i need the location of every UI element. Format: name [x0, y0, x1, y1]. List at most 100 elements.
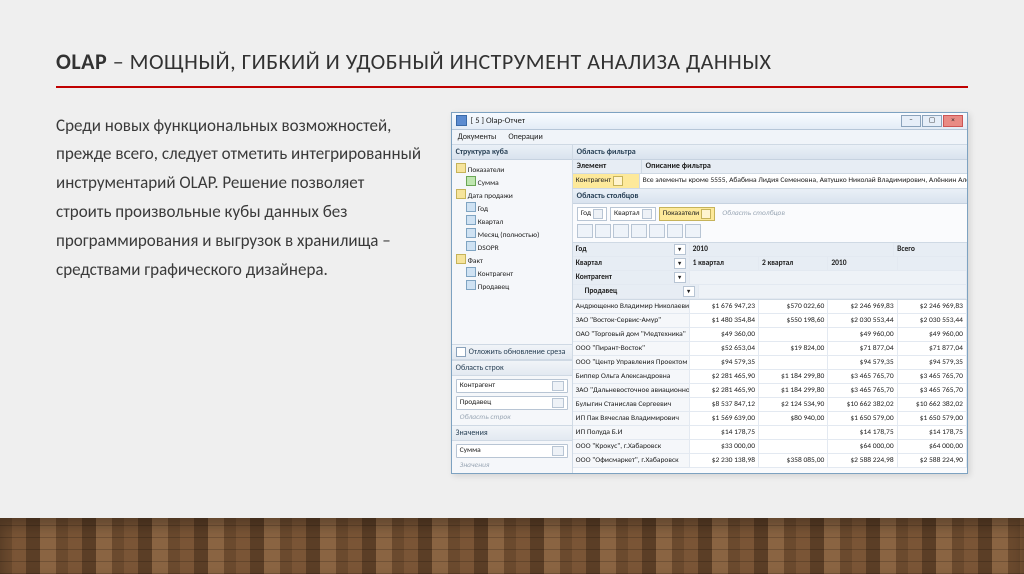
grid-cell — [759, 440, 828, 453]
columns-toolbar — [577, 224, 963, 238]
menu-documents[interactable]: Документы — [458, 132, 497, 142]
filter-row[interactable]: Контрагент Все элементы кроме 5555, Абаб… — [573, 174, 967, 188]
tree-node-label: Месяц (полностью) — [478, 231, 540, 240]
grid-data-row[interactable]: ИП Пак Вячеслав Владимирович$1 569 639,0… — [573, 412, 967, 426]
grid-quarter-cell[interactable]: 2 квартал — [759, 257, 828, 270]
tree-node[interactable]: Показатели — [456, 163, 569, 176]
filter-row-dropdown-icon[interactable] — [613, 176, 623, 186]
menu-operations[interactable]: Операции — [508, 132, 542, 142]
content-row: Среди новых функциональных возможностей,… — [56, 112, 968, 474]
grid-data-row[interactable]: ЗАО "Дальневосточное авиационное агентст… — [573, 384, 967, 398]
column-chip[interactable]: Год — [577, 207, 607, 221]
tree-node[interactable]: Квартал — [456, 215, 569, 228]
grid-data-row[interactable]: ООО "Крокус", г.Хабаровск$33 000,00$64 0… — [573, 440, 967, 454]
toolbar-btn-3[interactable] — [613, 224, 629, 238]
grid-cell: $64 000,00 — [898, 440, 967, 453]
tree-node[interactable]: Дата продажи — [456, 189, 569, 202]
toolbar-btn-4[interactable] — [631, 224, 647, 238]
grid-cell: $2 246 969,83 — [898, 300, 967, 313]
rows-area-header: Область строк — [452, 360, 572, 376]
grid-cell: $2 588 224,98 — [828, 454, 897, 467]
grid-data-row[interactable]: ИП Полуда Б.И$14 178,75$14 178,75$14 178… — [573, 426, 967, 440]
grid-year-2010[interactable]: 2010 — [690, 243, 895, 256]
defer-refresh-row[interactable]: Отложить обновление среза — [452, 344, 572, 360]
tree-node-label: Дата продажи — [468, 192, 513, 201]
toolbar-btn-5[interactable] — [649, 224, 665, 238]
grid-cell: $8 537 847,12 — [690, 398, 759, 411]
filter-row-name-label: Контрагент — [576, 176, 612, 185]
tree-node-label: Продавец — [478, 283, 510, 292]
grid-cell: $3 465 765,70 — [828, 370, 897, 383]
field-pill-dropdown-icon[interactable] — [552, 381, 564, 391]
tree-node[interactable]: Месяц (полностью) — [456, 228, 569, 241]
grid-row-label: Андрющенко Владимир Николаевич — [573, 300, 690, 313]
grid-row-label: Булыгин Станислав Сергеевич — [573, 398, 690, 411]
grid-cell: $2 246 969,83 — [828, 300, 897, 313]
cube-tree[interactable]: Показатели Сумма Дата продажиГодКвартал Мес… — [452, 160, 572, 344]
column-chip-label: Год — [581, 209, 591, 218]
grid-quarter-cell[interactable]: 1 квартал — [690, 257, 759, 270]
title-rest: – МОЩНЫЙ, ГИБКИЙ И УДОБНЫЙ ИНСТРУМЕНТ АН… — [107, 48, 771, 75]
toolbar-btn-1[interactable] — [577, 224, 593, 238]
grid-year-handle[interactable]: ▾ — [674, 244, 686, 255]
window-min-button[interactable]: – — [901, 115, 921, 127]
window-max-button[interactable]: ▢ — [922, 115, 942, 127]
toolbar-btn-6[interactable] — [667, 224, 683, 238]
grid-quarter-handle[interactable]: ▾ — [674, 258, 686, 269]
slide: OLAP – МОЩНЫЙ, ГИБКИЙ И УДОБНЫЙ ИНСТРУМЕ… — [0, 0, 1024, 574]
column-chip-dropdown-icon[interactable] — [701, 209, 711, 219]
grid-data-row[interactable]: ООО "Офисмаркет", г.Хабаровск$2 230 138,… — [573, 454, 967, 468]
grid-cell: $14 178,75 — [828, 426, 897, 439]
grid-cell: $550 198,60 — [759, 314, 828, 327]
window-titlebar: [ 5 ] Olap-Отчет – ▢ × — [452, 113, 967, 130]
values-area-header: Значения — [452, 425, 572, 441]
grid-cell: $2 281 465,90 — [690, 384, 759, 397]
column-chip-dropdown-icon[interactable] — [593, 209, 603, 219]
grid-cell: $358 085,00 — [759, 454, 828, 467]
column-chip-label: Квартал — [614, 209, 640, 218]
grid-data-row[interactable]: ООО "Центр Управления Проектом "Восточна… — [573, 356, 967, 370]
grid-data-row[interactable]: ЗАО "Восток-Сервис-Амур"$1 480 354,84$55… — [573, 314, 967, 328]
toolbar-btn-7[interactable] — [685, 224, 701, 238]
grid-cell: $1 569 639,00 — [690, 412, 759, 425]
tree-node[interactable]: Факт — [456, 254, 569, 267]
defer-checkbox[interactable] — [456, 347, 466, 357]
grid-data-row[interactable]: Биппер Ольга Александровна$2 281 465,90$… — [573, 370, 967, 384]
grid-data-row[interactable]: ООО "Пирант-Восток"$52 653,04$19 824,00$… — [573, 342, 967, 356]
grid-row-label: Биппер Ольга Александровна — [573, 370, 690, 383]
grid-seller-handle[interactable]: ▾ — [683, 286, 695, 297]
grid-data-row[interactable]: Булыгин Станислав Сергеевич$8 537 847,12… — [573, 398, 967, 412]
field-pill-dropdown-icon[interactable] — [552, 398, 564, 408]
field-pill-dropdown-icon[interactable] — [552, 446, 564, 456]
tree-node[interactable]: Продавец — [456, 280, 569, 293]
column-chip[interactable]: Квартал — [610, 207, 656, 221]
tree-node[interactable]: DSOPR — [456, 241, 569, 254]
tree-node-icon — [466, 267, 476, 277]
grid-row-label: ООО "Офисмаркет", г.Хабаровск — [573, 454, 690, 467]
field-pill[interactable]: Контрагент — [456, 379, 568, 393]
field-pill[interactable]: Продавец — [456, 396, 568, 410]
title-strong: OLAP — [56, 48, 107, 75]
grid-cell: $1 650 579,00 — [828, 412, 897, 425]
field-pill[interactable]: Сумма — [456, 444, 568, 458]
column-chip-dropdown-icon[interactable] — [642, 209, 652, 219]
column-chip[interactable]: Показатели — [659, 207, 716, 221]
values-area-body: СуммаЗначения — [452, 441, 572, 473]
filter-row-name[interactable]: Контрагент — [573, 174, 640, 188]
tree-node[interactable]: Год — [456, 202, 569, 215]
grid-quarter-cell[interactable]: 2010 — [828, 257, 897, 270]
pivot-grid[interactable]: Год▾ 2010 Всего Квартал▾ 1 квартал2 квар… — [573, 243, 967, 473]
grid-cell: $570 022,60 — [759, 300, 828, 313]
columns-area: Область столбцов ГодКварталПоказателиОбл… — [573, 189, 967, 243]
tree-node-label: Контрагент — [478, 270, 514, 279]
toolbar-btn-2[interactable] — [595, 224, 611, 238]
grid-cell: $1 184 299,80 — [759, 384, 828, 397]
tree-node-label: Сумма — [478, 179, 499, 188]
grid-data-row[interactable]: ОАО "Торговый дом "Медтехника"$49 360,00… — [573, 328, 967, 342]
window-close-button[interactable]: × — [943, 115, 963, 127]
tree-node[interactable]: Сумма — [456, 176, 569, 189]
right-pane: Область фильтра Элемент Описание фильтра… — [573, 145, 967, 473]
grid-data-row[interactable]: Андрющенко Владимир Николаевич$1 676 947… — [573, 300, 967, 314]
tree-node[interactable]: Контрагент — [456, 267, 569, 280]
grid-contragent-handle[interactable]: ▾ — [674, 272, 686, 283]
